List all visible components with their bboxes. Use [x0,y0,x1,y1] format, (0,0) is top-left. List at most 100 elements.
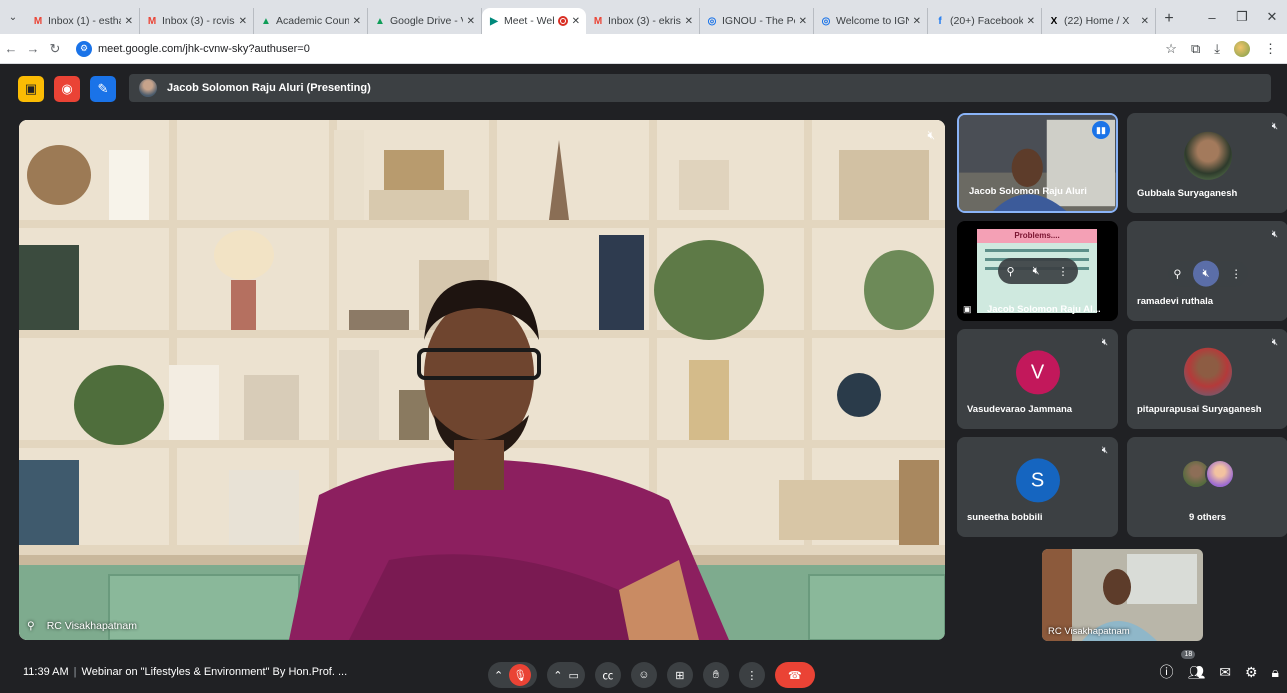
tab-title: (20+) Facebook [950,15,1023,27]
download-icon[interactable]: ⤓ [1214,41,1220,57]
participant-avatar [1183,347,1232,396]
slide-title: Problems.... [977,229,1097,243]
facebook-icon: f [938,15,942,27]
whiteboard-icon[interactable]: ✎ [90,76,116,102]
chevron-up-icon[interactable]: ⌃ [494,669,503,682]
close-tab-icon[interactable]: ✕ [1141,16,1149,27]
site-info-icon[interactable]: ⚙ [76,40,92,57]
mic-control[interactable]: ⌃ 🎙︎ [488,662,538,688]
recording-icon[interactable]: ◉ [54,76,80,102]
close-tab-icon[interactable]: ✕ [125,16,133,27]
gmail-icon: M [147,15,157,27]
self-view-name: RC Visakhapatnam [1048,626,1130,637]
camera-control[interactable]: ⌃ ▭ [547,662,585,688]
pin-icon[interactable]: ⚲ [1173,267,1181,280]
activities-icon[interactable]: ⚙ [1245,664,1258,681]
participant-tile-suneetha[interactable]: 🔇︎ S suneetha bobbili [957,437,1118,537]
close-window-icon[interactable]: ✕ [1257,9,1287,25]
self-view[interactable]: RC Visakhapatnam [1042,549,1203,641]
people-icon[interactable]: 18 👥︎ [1181,649,1205,681]
tab-title: Academic Counse [276,15,349,27]
presenting-label: Jacob Solomon Raju Aluri (Presenting) [167,82,371,94]
browser-tab[interactable]: ▶ Meet - Webin ✕ [482,8,586,34]
participant-tile-ramadevi[interactable]: 🔇︎ ⚲ 🔇︎ ⋮ ramadevi ruthala [1127,221,1287,321]
bookmark-star-icon[interactable]: ☆ [1165,41,1177,57]
profile-avatar[interactable] [1234,40,1250,57]
extensions-icon[interactable]: ⧉ [1191,41,1200,57]
gmail-icon: M [593,15,603,27]
muted-icon: 🔇︎ [1271,229,1278,240]
participant-tile-others[interactable]: 9 others [1127,437,1287,537]
pin-icon[interactable]: ⚲ [27,620,35,632]
close-tab-icon[interactable]: ✕ [572,16,580,27]
tile-hover-controls: ⚲ 🔇︎ ⋮ [997,258,1078,284]
meet-icon: ▶ [490,15,498,27]
raise-hand-button[interactable]: ✋︎ [702,662,729,688]
more-options-icon[interactable]: ⋮ [1058,265,1069,278]
muted-icon: 🔇︎ [1271,337,1278,348]
browser-tab[interactable]: X (22) Home / X ✕ [1042,8,1156,34]
drive-icon: ▲ [375,15,385,27]
captions-button[interactable]: ㏄ [594,662,621,688]
minimize-icon[interactable]: – [1197,10,1227,25]
browser-tab[interactable]: ▲ Google Drive - Vi ✕ [368,8,482,34]
participant-tile-jacob-screen[interactable]: Problems.... ⚲ 🔇︎ ⋮ ▣ Jacob Solomon Raju… [957,221,1118,321]
pin-icon[interactable]: ⚲ [1007,265,1015,278]
info-icon[interactable]: ⓘ [1159,662,1173,682]
browser-tab[interactable]: ◎ IGNOU - The Peo ✕ [700,8,814,34]
new-tab-button[interactable]: + [1156,10,1182,28]
participant-avatar-letter: S [1015,458,1060,503]
tab-title: Inbox (3) - rcvisak [162,15,235,27]
close-tab-icon[interactable]: ✕ [913,16,921,27]
chevron-up-icon[interactable]: ⌃ [553,669,562,682]
browser-tab[interactable]: M Inbox (1) - esthar ✕ [26,8,140,34]
participant-avatar [1204,459,1235,489]
tab-title: Welcome to IGNC [836,15,909,27]
more-options-icon[interactable]: ⋮ [1231,267,1242,280]
browser-tab[interactable]: M Inbox (3) - ekrish ✕ [586,8,700,34]
tab-search-icon[interactable]: ⌄ [0,0,26,34]
browser-tab[interactable]: ◎ Welcome to IGNC ✕ [814,8,928,34]
mic-off-icon[interactable]: 🎙︎ [509,664,532,686]
back-icon[interactable]: ← [0,41,22,56]
people-count-badge: 18 [1181,649,1196,659]
participant-tile-gubbala[interactable]: 🔇︎ Gubbala Suryaganesh [1127,113,1287,213]
browser-menu-icon[interactable]: ⋮ [1264,41,1277,57]
close-tab-icon[interactable]: ✕ [685,16,693,27]
chat-icon[interactable]: ✉ [1219,664,1231,681]
participant-tile-pitapurapusai[interactable]: 🔇︎ pitapurapusai Suryaganesh [1127,329,1287,429]
present-button[interactable]: ⊞ [666,662,693,688]
close-tab-icon[interactable]: ✕ [799,16,807,27]
close-tab-icon[interactable]: ✕ [467,16,475,27]
browser-tab[interactable]: M Inbox (3) - rcvisak ✕ [140,8,254,34]
stop-presenting-icon[interactable]: ▣ [18,76,44,102]
close-tab-icon[interactable]: ✕ [1027,16,1035,27]
reactions-button[interactable]: ☺ [630,662,657,688]
participant-name: Vasudevarao Jammana [967,404,1073,415]
mute-participant-icon[interactable]: 🔇︎ [1193,260,1220,287]
meeting-title[interactable]: Webinar on "Lifestyles & Environment" By… [82,666,348,678]
url-field[interactable]: ⚙ meet.google.com/jhk-cvnw-sky?authuser=… [72,38,1165,60]
restore-icon[interactable]: ❐ [1227,9,1257,25]
muted-icon: 🔇︎ [1101,337,1108,348]
browser-tab[interactable]: f (20+) Facebook ✕ [928,8,1042,34]
participant-tile-jacob[interactable]: ▮▮ Jacob Solomon Raju Aluri [957,113,1118,213]
close-tab-icon[interactable]: ✕ [353,16,361,27]
leave-call-button[interactable]: ☎ [774,662,815,688]
main-video[interactable]: 🔇︎ ⚲ RC Visakhapatnam [19,120,945,640]
mute-participant-icon[interactable]: 🔇︎ [1033,265,1040,278]
tab-title: Inbox (1) - esthar [48,15,121,27]
more-options-button[interactable]: ⋮ [738,662,765,688]
recording-indicator-icon [557,16,568,26]
browser-tab[interactable]: ▲ Academic Counse ✕ [254,8,368,34]
tab-title: (22) Home / X [1064,15,1130,27]
reload-icon[interactable]: ↻ [44,41,66,57]
camera-icon[interactable]: ▭ [568,669,578,682]
participant-tile-vasudevarao[interactable]: 🔇︎ V Vasudevarao Jammana [957,329,1118,429]
participant-name: ramadevi ruthala [1137,296,1214,307]
host-controls-icon[interactable]: 🔒︎ [1272,664,1279,681]
presentation-icon: ▣ [963,304,972,314]
forward-icon[interactable]: → [22,41,44,56]
muted-icon: 🔇︎ [1101,445,1108,456]
close-tab-icon[interactable]: ✕ [239,16,247,27]
